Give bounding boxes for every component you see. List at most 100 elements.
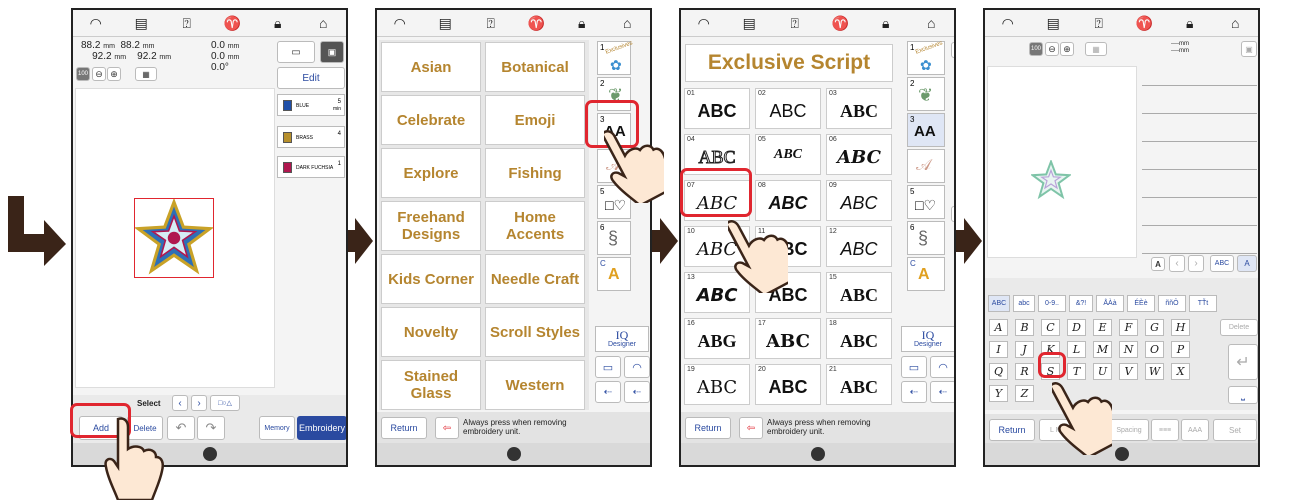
thread-icon[interactable]: ♈ [223,14,241,32]
key-g[interactable]: G [1145,319,1164,336]
scrollbar[interactable] [955,62,956,122]
remove-unit-icon[interactable]: ⇦ [435,417,459,439]
select-prev-button[interactable]: ‹ [172,395,188,411]
font-tile-15[interactable]: 15 ABC [826,272,892,313]
key-p[interactable]: P [1171,341,1190,358]
zoom-out-icon[interactable]: ⊖ [1045,42,1059,56]
machine-button[interactable]: ▣ [1241,41,1257,57]
undo-icon[interactable]: ↶ [167,416,195,440]
cursor-right-button[interactable]: › [1188,255,1204,272]
key-i[interactable]: I [989,341,1008,358]
help-icon[interactable]: ⍰ [1090,14,1108,32]
key-n[interactable]: N [1119,341,1138,358]
home-icon[interactable]: ⌂ [1226,14,1244,32]
usb2-button[interactable]: ⇠ [930,381,954,403]
wifi-icon[interactable]: ◠ [999,14,1017,32]
tab-6[interactable]: 6 § [907,221,945,255]
key-e[interactable]: E [1093,319,1112,336]
embroidery-button[interactable]: Embroidery [297,416,346,440]
zoom-in-icon[interactable]: ⊕ [107,67,121,81]
category-needle-craft[interactable]: Needle Craft [485,254,585,304]
key-m[interactable]: M [1093,341,1112,358]
category-stained-glass[interactable]: Stained Glass [381,360,481,410]
return-button[interactable]: Return [381,417,427,439]
zoom-in-icon[interactable]: ⊕ [1060,42,1074,56]
set-button[interactable]: Set [1213,419,1257,441]
zoom-100-button[interactable]: 100 [1029,42,1043,56]
home-icon[interactable]: ⌂ [314,14,332,32]
zoom-out-icon[interactable]: ⊖ [92,67,106,81]
key-v[interactable]: V [1119,363,1138,380]
select-shapes-button[interactable]: □○△ [210,395,240,411]
char-tab-2[interactable]: 0-9.. [1038,295,1066,312]
thread-item[interactable]: BLUE 5 min [277,94,345,116]
lock-icon[interactable]: 🔒︎ [877,14,895,32]
lock-icon[interactable]: 🔒︎ [1181,14,1199,32]
tab-custom[interactable]: C A [597,257,631,291]
tab-custom[interactable]: C A [907,257,945,291]
enter-icon[interactable]: ↵ [1228,344,1258,380]
lock-icon[interactable]: 🔒︎ [269,14,287,32]
iq-designer-button[interactable]: IQ Designer [901,326,954,352]
document-icon[interactable]: ▤ [132,14,150,32]
key-y[interactable]: Y [989,385,1008,402]
document-icon[interactable]: ▤ [1044,14,1062,32]
scroll-down-button[interactable]: ﹀ [951,206,954,222]
thread-icon[interactable]: ♈ [527,14,545,32]
machine-button[interactable]: ▣ [320,41,344,63]
wifi-icon[interactable]: ◠ [695,14,713,32]
category-kids[interactable]: Kids Corner [381,254,481,304]
lock-icon[interactable]: 🔒︎ [573,14,591,32]
font-tile-18[interactable]: 18 ABC [826,318,892,359]
char-tab-0[interactable]: ABC [988,295,1010,312]
a-size-button[interactable]: A [1237,255,1257,272]
edit-button[interactable]: Edit [277,67,345,89]
iq-designer-button[interactable]: IQ Designer [595,326,649,352]
cursor-left-button[interactable]: ‹ [1169,255,1185,272]
category-freehand[interactable]: Freehand Designs [381,201,481,251]
thread-item[interactable]: DARK FUCHSIA 1 [277,156,345,178]
category-novelty[interactable]: Novelty [381,307,481,357]
char-tab-6[interactable]: ñňÔ [1158,295,1186,312]
font-tile-21[interactable]: 21 ABC [826,364,892,405]
usb-button[interactable]: ⇠ [595,381,621,403]
space-icon[interactable]: ⎵ [1228,386,1258,404]
align-icon[interactable]: ≡≡≡ [1151,419,1179,441]
home-icon[interactable]: ⌂ [618,14,636,32]
wifi-button[interactable]: ◠ [930,356,954,378]
tab-fonts[interactable]: 3 AA [907,113,945,147]
thread-icon[interactable]: ♈ [1135,14,1153,32]
category-asian[interactable]: Asian [381,42,481,92]
font-tile-02[interactable]: 02 ABC [755,88,821,129]
tab-6[interactable]: 6 § [597,221,631,255]
home-icon[interactable]: ⌂ [922,14,940,32]
key-w[interactable]: W [1145,363,1164,380]
key-h[interactable]: H [1171,319,1190,336]
font-tile-17[interactable]: 17 ABC [755,318,821,359]
return-button[interactable]: Return [685,417,731,439]
document-icon[interactable]: ▤ [436,14,454,32]
document-icon[interactable]: ▤ [740,14,758,32]
key-b[interactable]: B [1015,319,1034,336]
font-tile-05[interactable]: 05 ABC [755,134,821,175]
array-icon[interactable]: AAA [1181,419,1209,441]
help-icon[interactable]: ⍰ [482,14,500,32]
preview-button[interactable]: ▦ [1085,42,1107,56]
help-icon[interactable]: ⍰ [178,14,196,32]
character-a-button[interactable]: A [1151,257,1165,271]
category-scroll[interactable]: Scroll Styles [485,307,585,357]
key-o[interactable]: O [1145,341,1164,358]
category-home-accents[interactable]: Home Accents [485,201,585,251]
tab-4[interactable]: 𝒜 [907,149,945,183]
tab-exclusives[interactable]: 1 Exclusives ✿ [907,40,945,75]
key-c[interactable]: C [1041,319,1060,336]
font-tile-06[interactable]: 06 ABC [826,134,892,175]
key-x[interactable]: X [1171,363,1190,380]
key-q[interactable]: Q [989,363,1008,380]
wifi-icon[interactable]: ◠ [391,14,409,32]
category-emoji[interactable]: Emoji [485,95,585,145]
help-icon[interactable]: ⍰ [786,14,804,32]
font-tile-16[interactable]: 16 ABG [684,318,750,359]
key-f[interactable]: F [1119,319,1138,336]
category-explore[interactable]: Explore [381,148,481,198]
